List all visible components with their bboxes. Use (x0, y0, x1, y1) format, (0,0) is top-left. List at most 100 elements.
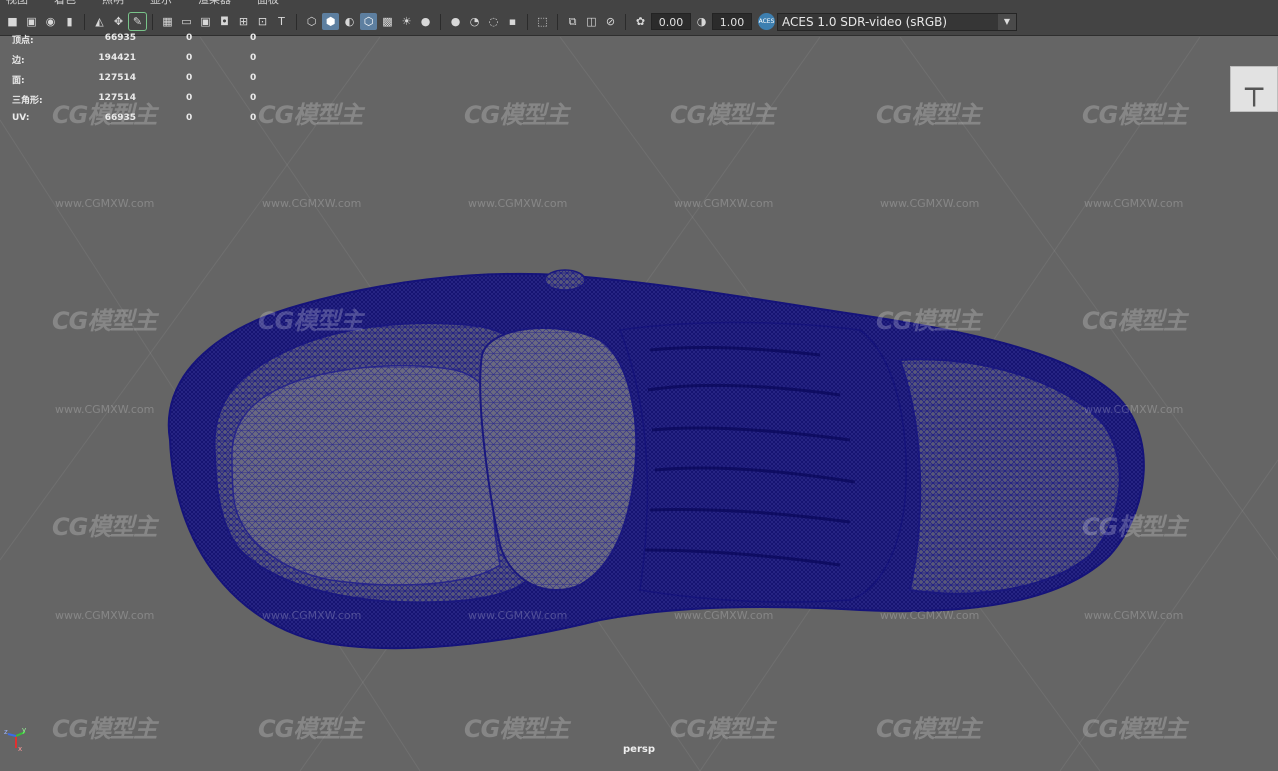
menu-lighting[interactable]: 照明 (102, 0, 124, 8)
gamma-icon[interactable]: ✿ (632, 13, 649, 30)
hud-value: 66935 (104, 113, 136, 123)
hud-selected: 0 (186, 33, 193, 43)
menu-bar: 视图 着色 照明 显示 渲染器 面板 (0, 0, 1278, 8)
axis-z-label: z (4, 728, 8, 736)
motion-blur-icon[interactable]: ◔ (466, 13, 483, 30)
watermark-logo: CG模型主 (670, 715, 775, 743)
menu-shading[interactable]: 着色 (54, 0, 76, 8)
view-cube-face-icon: ┬ (1244, 71, 1264, 107)
menu-renderer[interactable]: 渲染器 (198, 0, 231, 8)
watermark-url: www.CGMXW.com (262, 609, 362, 622)
wireframe-icon[interactable]: ⬡ (303, 13, 320, 30)
depth-of-field-icon[interactable]: ▪ (504, 13, 521, 30)
hud-label: 边: (12, 56, 25, 66)
hud-selected: 0 (186, 93, 193, 103)
watermark-url: www.CGMXW.com (880, 197, 980, 210)
gate-mask-icon[interactable]: ◘ (216, 13, 233, 30)
hud-label: 面: (12, 76, 25, 86)
lighting-icon[interactable]: ☀ (398, 13, 415, 30)
hud-selected: 0 (186, 113, 193, 123)
hud-value: 66935 (104, 33, 136, 43)
grid-icon[interactable]: ▦ (159, 13, 176, 30)
lock-camera-icon[interactable]: ▣ (23, 13, 40, 30)
bookmark-icon[interactable]: ▮ (61, 13, 78, 30)
hud-row-triangles: 三角形: 127514 0 0 (12, 93, 272, 113)
hud-label: UV: (12, 113, 30, 123)
wireframe-on-shaded-icon[interactable]: ⬡ (360, 13, 377, 30)
axis-z-line (7, 733, 17, 737)
xray-icon[interactable]: ⧉ (564, 13, 581, 30)
gamma-field[interactable]: 0.00 (651, 13, 691, 30)
camera-name-label: persp (623, 744, 655, 755)
menu-show[interactable]: 显示 (150, 0, 172, 8)
toolbar-separator (152, 13, 153, 30)
watermark-logo: CG模型主 (258, 101, 363, 129)
resolution-gate-icon[interactable]: ▣ (197, 13, 214, 30)
menu-panels[interactable]: 面板 (257, 0, 279, 8)
color-management-icon[interactable]: ACES (758, 13, 775, 30)
smooth-shade-icon[interactable]: ⬢ (322, 13, 339, 30)
anti-aliasing-icon[interactable]: ◌ (485, 13, 502, 30)
shadows-icon[interactable]: ● (417, 13, 434, 30)
hud-value: 127514 (98, 73, 136, 83)
watermark-logo: CG模型主 (876, 101, 981, 129)
field-chart-icon[interactable]: ⊞ (235, 13, 252, 30)
heel-pull-tab (544, 269, 586, 291)
shoe-lacing (618, 321, 907, 603)
hud-selected-2: 0 (250, 93, 257, 103)
hud-label: 三角形: (12, 96, 43, 106)
safe-action-icon[interactable]: ⊡ (254, 13, 271, 30)
shoe-insole (231, 364, 501, 586)
hud-value: 194421 (98, 53, 136, 63)
toolbar-separator (527, 13, 528, 30)
perspective-viewport[interactable]: CG模型主 CG模型主 CG模型主 CG模型主 CG模型主 CG模型主 www.… (0, 37, 1278, 771)
watermark-url: www.CGMXW.com (674, 609, 774, 622)
film-gate-icon[interactable]: ▭ (178, 13, 195, 30)
watermark-logo: CG模型主 (1082, 307, 1187, 335)
grease-pencil-icon[interactable]: ✎ (128, 12, 147, 31)
watermark-url: www.CGMXW.com (55, 609, 155, 622)
xray-joints-icon[interactable]: ⊘ (602, 13, 619, 30)
camera-attributes-icon[interactable]: ◉ (42, 13, 59, 30)
watermark-url: www.CGMXW.com (880, 609, 980, 622)
poly-count-hud: 顶点: 66935 0 0 边: 194421 0 0 面: 127514 0 … (12, 33, 272, 133)
hud-row-vertices: 顶点: 66935 0 0 (12, 33, 272, 53)
camera-select-icon[interactable]: ■ (4, 13, 21, 30)
hud-selected-2: 0 (250, 113, 257, 123)
watermark-url: www.CGMXW.com (468, 609, 568, 622)
toolbar-separator (557, 13, 558, 30)
textured-icon[interactable]: ▩ (379, 13, 396, 30)
hud-row-uvs: UV: 66935 0 0 (12, 113, 272, 133)
watermark-url: www.CGMXW.com (1084, 403, 1184, 416)
image-plane-icon[interactable]: ◭ (91, 13, 108, 30)
watermark-url: www.CGMXW.com (55, 197, 155, 210)
xray-active-icon[interactable]: ◫ (583, 13, 600, 30)
view-cube[interactable]: ┬ (1230, 66, 1278, 112)
exposure-field[interactable]: 1.00 (712, 13, 752, 30)
menu-view[interactable]: 视图 (6, 0, 28, 8)
ambient-occlusion-icon[interactable]: ● (447, 13, 464, 30)
2d-pan-zoom-icon[interactable]: ✥ (110, 13, 127, 30)
chevron-down-icon[interactable]: ▼ (998, 13, 1016, 30)
watermark-url: www.CGMXW.com (468, 197, 568, 210)
watermark-logo: CG模型主 (876, 307, 981, 335)
view-transform-value: ACES 1.0 SDR-video (sRGB) (782, 14, 948, 29)
isolate-select-icon[interactable]: ⬚ (534, 13, 551, 30)
watermark-logo: CG模型主 (1082, 101, 1187, 129)
hud-selected: 0 (186, 53, 193, 63)
viewport-toolbar: ■ ▣ ◉ ▮ ◭ ✥ ✎ ▦ ▭ ▣ ◘ ⊞ ⊡ T ⬡ ⬢ ◐ ⬡ ▩ ☀ … (0, 8, 1278, 36)
safe-title-icon[interactable]: T (273, 13, 290, 30)
toolbar-separator (296, 13, 297, 30)
default-material-icon[interactable]: ◐ (341, 13, 358, 30)
axis-y-label: y (22, 726, 26, 734)
hud-selected: 0 (186, 73, 193, 83)
hud-label: 顶点: (12, 36, 34, 46)
toolbar-separator (625, 13, 626, 30)
view-transform-select[interactable]: ACES 1.0 SDR-video (sRGB) ▼ (777, 12, 1017, 31)
watermark-logo: CG模型主 (258, 307, 363, 335)
watermark-logo: CG模型主 (876, 715, 981, 743)
watermark-logo: CG模型主 (464, 715, 569, 743)
exposure-icon[interactable]: ◑ (693, 13, 710, 30)
hud-selected-2: 0 (250, 73, 257, 83)
watermark-logo: CG模型主 (1082, 513, 1187, 541)
